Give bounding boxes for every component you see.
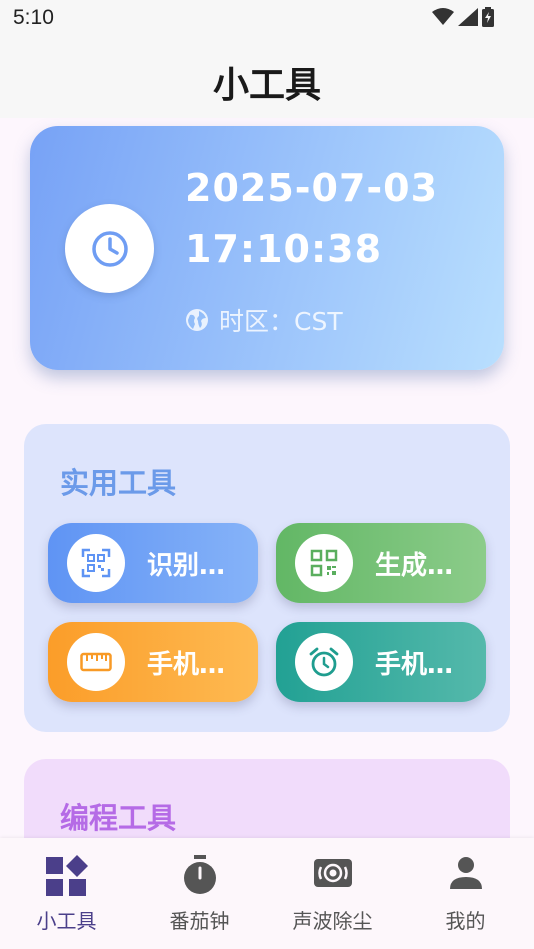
nav-item-profile[interactable]: 我的 — [399, 838, 532, 949]
page-title: 小工具 — [212, 65, 321, 106]
nav-icon-pomodoro — [133, 855, 266, 895]
generate-qr-button[interactable]: 生成… — [276, 523, 486, 603]
scan-qr-icon-badge — [67, 534, 125, 592]
nav-item-pomodoro[interactable]: 番茄钟 — [133, 838, 266, 949]
wifi-icon — [432, 8, 454, 25]
globe-icon — [186, 309, 208, 331]
speaker-icon — [313, 859, 352, 887]
person-icon — [449, 857, 482, 889]
phone-ruler-button[interactable]: 手机… — [48, 622, 258, 702]
current-time: 17:10:38 — [185, 227, 383, 271]
clock-badge — [65, 204, 154, 293]
status-time: 5:10 — [13, 6, 54, 29]
clock-card: 2025-07-03 17:10:38 时区：CST — [30, 126, 504, 370]
nav-label-dust-cleaner: 声波除尘 — [292, 909, 373, 933]
clock-icon — [91, 230, 128, 267]
status-icons — [432, 6, 494, 28]
scan-qr-label: 识别… — [147, 550, 226, 581]
ruler-icon — [80, 652, 112, 672]
section-title-utility: 实用工具 — [60, 466, 177, 500]
qr-code-icon — [310, 549, 338, 577]
timezone-row: 时区：CST — [185, 302, 343, 338]
scan-qr-button[interactable]: 识别… — [48, 523, 258, 603]
current-date: 2025-07-03 — [185, 166, 439, 210]
widgets-icon — [45, 855, 88, 896]
section-title-programming: 编程工具 — [60, 801, 177, 835]
nav-icon-profile — [399, 855, 532, 891]
nav-label-profile: 我的 — [445, 909, 486, 933]
phone-alarm-button[interactable]: 手机… — [276, 622, 486, 702]
nav-icon-dust-cleaner — [266, 855, 399, 891]
phone-ruler-label: 手机… — [147, 649, 226, 680]
alarm-clock-icon — [309, 647, 339, 677]
app-bar: 小工具 — [0, 38, 534, 118]
nav-item-tools[interactable]: 小工具 — [0, 838, 133, 949]
generate-qr-icon-badge — [295, 534, 353, 592]
nav-item-dust-cleaner[interactable]: 声波除尘 — [266, 838, 399, 949]
nav-label-pomodoro: 番茄钟 — [169, 909, 230, 933]
qr-scan-icon — [81, 548, 111, 578]
main-content[interactable]: 2025-07-03 17:10:38 时区：CST 实用工具 识别… 生成… … — [0, 118, 534, 838]
bottom-nav: 小工具 番茄钟 声波除尘 我的 — [0, 838, 534, 949]
ruler-icon-badge — [67, 633, 125, 691]
nav-icon-tools — [0, 855, 133, 897]
utility-tools-section: 实用工具 识别… 生成… 手机… 手机… — [24, 424, 510, 732]
generate-qr-label: 生成… — [375, 550, 454, 581]
alarm-icon-badge — [295, 633, 353, 691]
phone-alarm-label: 手机… — [375, 649, 454, 680]
timezone-label: 时区：CST — [219, 307, 343, 336]
nav-label-tools: 小工具 — [36, 909, 97, 933]
battery-icon — [482, 7, 494, 27]
status-bar: 5:10 — [0, 0, 534, 38]
signal-icon — [458, 8, 478, 26]
programming-tools-section: 编程工具 — [24, 759, 510, 838]
timer-icon — [183, 855, 216, 894]
